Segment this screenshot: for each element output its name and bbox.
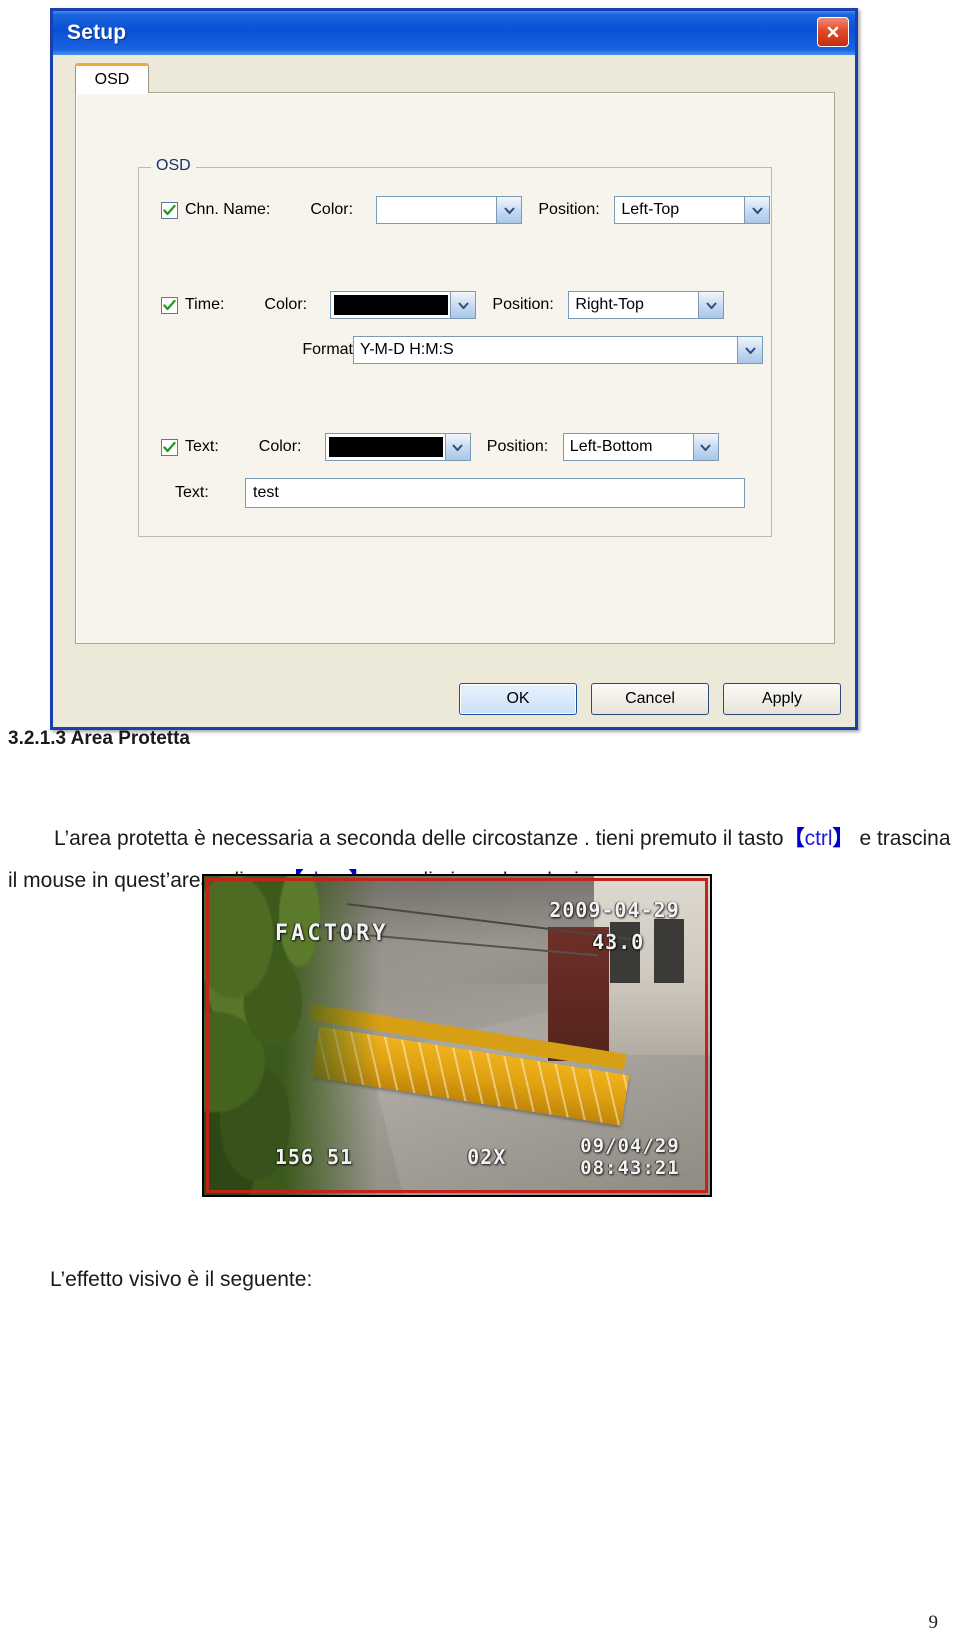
paragraph-part-1: L’area protetta è necessaria a seconda d… [54, 827, 784, 850]
color-swatch-chn [380, 200, 495, 220]
setup-dialog-window: Setup OSD OSD Chn. Name: Color: Position… [50, 8, 858, 730]
dialog-body: OSD OSD Chn. Name: Color: Position: Left… [53, 55, 855, 727]
chevron-down-icon[interactable] [496, 197, 522, 223]
surveillance-photo: FACTORY 2009-04-29 43.0 156 51 02X 09/04… [202, 874, 712, 1197]
label-time-format: Format [302, 341, 353, 358]
combo-time-position-value: Right-Top [575, 296, 644, 313]
paragraph-part-2: e [859, 827, 872, 850]
dialog-titlebar: Setup [53, 11, 855, 55]
figure-caption: L’effetto visivo è il seguente: [50, 1268, 313, 1291]
osd-group-title: OSD [151, 157, 196, 175]
label-text-position: Position: [486, 438, 549, 455]
tab-osd-label: OSD [94, 70, 130, 88]
apply-button[interactable]: Apply [723, 683, 841, 715]
page-number: 9 [928, 1612, 939, 1633]
label-text-field: Text: [175, 484, 209, 501]
overlay-coordinates: 156 51 [274, 1145, 354, 1170]
text-input-value: test [253, 484, 279, 501]
bracket-close-ctrl: 】 [832, 827, 854, 850]
combo-time-position[interactable]: Right-Top [568, 291, 725, 319]
tab-panel-osd: OSD Chn. Name: Color: Position: Left-Top… [75, 92, 835, 644]
combo-text-position-value: Left-Bottom [569, 438, 653, 455]
checkbox-time[interactable] [161, 296, 178, 314]
row-time-format: Format Y-M-D H:M:S [291, 336, 763, 364]
label-text: Text: [185, 438, 219, 455]
overlay-channel-name: FACTORY [274, 920, 389, 946]
row-text-field: Text: test [175, 478, 745, 508]
close-icon[interactable] [817, 17, 849, 47]
combo-time-format-value: Y-M-D H:M:S [360, 341, 454, 358]
apply-button-label: Apply [761, 690, 803, 707]
cancel-button[interactable]: Cancel [591, 683, 709, 715]
combo-chn-position-value: Left-Top [621, 201, 680, 218]
row-time: Time: Color: Position: Right-Top [161, 291, 725, 319]
tab-strip: OSD [75, 63, 845, 93]
photo-window [654, 918, 685, 984]
combo-text-position[interactable]: Left-Bottom [562, 433, 719, 461]
dialog-title: Setup [67, 21, 127, 44]
dialog-button-bar: OK Cancel Apply [459, 683, 841, 715]
combo-chn-position[interactable]: Left-Top [614, 196, 771, 224]
row-text: Text: Color: Position: Left-Bottom [161, 433, 719, 461]
color-swatch-text [328, 437, 443, 457]
chevron-down-icon[interactable] [744, 197, 770, 223]
combo-chn-color[interactable] [376, 196, 523, 224]
overlay-temperature: 43.0 [592, 930, 645, 955]
ok-button[interactable]: OK [459, 683, 577, 715]
checkbox-chn-name[interactable] [161, 201, 178, 219]
tab-osd[interactable]: OSD [75, 63, 149, 93]
combo-time-color[interactable] [330, 291, 477, 319]
label-time-position: Position: [492, 296, 554, 313]
label-chn-position: Position: [538, 201, 600, 218]
chevron-down-icon[interactable] [444, 434, 470, 460]
label-chn-name: Chn. Name: [185, 201, 271, 218]
label-chn-color: Color: [310, 201, 354, 218]
overlay-timestamp-top: 2009-04-29 [549, 898, 680, 923]
ok-button-label: OK [506, 690, 530, 707]
key-ctrl: ctrl [804, 827, 833, 850]
chevron-down-icon[interactable] [450, 292, 476, 318]
section-heading: 3.2.1.3 Area Protetta [8, 728, 190, 749]
cancel-button-label: Cancel [625, 690, 675, 707]
chevron-down-icon[interactable] [692, 434, 718, 460]
overlay-time: 08:43:21 [580, 1157, 680, 1180]
chevron-down-icon[interactable] [737, 337, 762, 363]
label-time-color: Color: [264, 296, 308, 313]
overlay-zoom-level: 02X [467, 1145, 507, 1170]
label-time: Time: [185, 296, 225, 313]
overlay-date-time-stamp: 09/04/29 08:43:21 [580, 1135, 680, 1179]
label-text-color: Color: [258, 438, 302, 455]
row-chn-name: Chn. Name: Color: Position: Left-Top [161, 196, 771, 224]
combo-text-color[interactable] [324, 433, 471, 461]
color-swatch-time [334, 295, 449, 315]
bracket-open-ctrl: 【 [783, 827, 805, 850]
chevron-down-icon[interactable] [698, 292, 724, 318]
osd-group-box: OSD Chn. Name: Color: Position: Left-Top… [138, 157, 772, 537]
text-input[interactable]: test [245, 478, 745, 508]
combo-time-format[interactable]: Y-M-D H:M:S [353, 336, 763, 364]
overlay-date: 09/04/29 [580, 1135, 680, 1158]
checkbox-text[interactable] [161, 438, 178, 456]
